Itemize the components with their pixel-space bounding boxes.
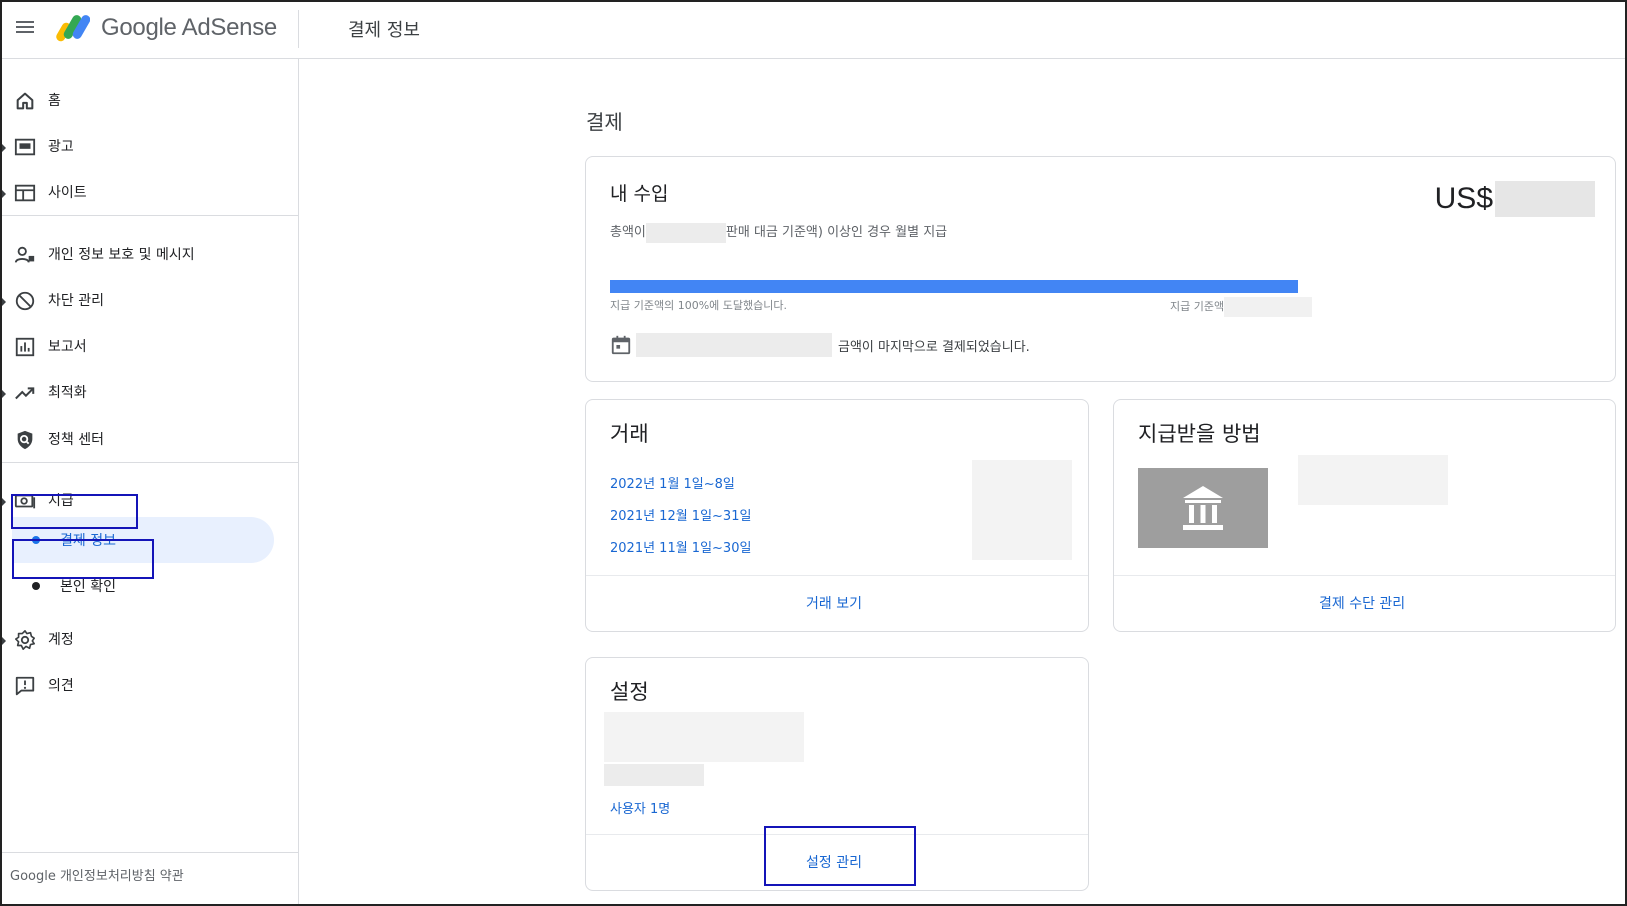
header-divider — [298, 10, 299, 48]
redacted-settings-info — [604, 764, 704, 786]
block-icon — [15, 291, 35, 311]
sites-icon — [14, 184, 36, 202]
sidebar-item-reports[interactable]: 보고서 — [2, 326, 299, 366]
view-transactions-button[interactable]: 거래 보기 — [806, 593, 862, 613]
sidebar-item-blocking-controls[interactable]: 차단 관리 — [2, 280, 299, 320]
threshold-suffix: 판매 대금 기준액) 이상인 경우 월별 지급 — [725, 225, 948, 240]
sidebar-item-account[interactable]: 계정 — [2, 619, 299, 659]
sidebar-subitem-label: 본인 확인 — [60, 579, 116, 595]
sidebar-item-label: 최적화 — [48, 385, 87, 401]
sidebar-item-label: 보고서 — [48, 339, 87, 355]
sidebar-item-ads[interactable]: 광고 — [2, 126, 299, 166]
redacted-amount — [1495, 181, 1595, 217]
sidebar-item-policy-center[interactable]: 정책 센터 — [2, 419, 299, 459]
sidebar-item-label: 차단 관리 — [48, 293, 104, 309]
hamburger-menu-icon[interactable] — [14, 18, 36, 40]
earnings-card: 내 수입 US$ 총액이 판매 대금 기준액) 이상인 경우 월별 지급 지급 기… — [585, 156, 1616, 382]
calendar-icon — [611, 335, 631, 355]
sidebar-subitem-verification[interactable]: 본인 확인 — [12, 563, 274, 609]
expand-caret-icon — [2, 298, 6, 306]
privacy-messaging-icon — [14, 246, 35, 263]
payment-method-card: 지급받을 방법 결제 수단 관리 — [1113, 399, 1616, 632]
manage-settings-button[interactable]: 설정 관리 — [806, 852, 862, 872]
progress-right-label: 지급 기준액 — [1170, 297, 1313, 317]
last-paid-text: 금액이 마지막으로 결제되었습니다. — [838, 339, 1030, 355]
redacted-transaction-amounts — [972, 460, 1072, 560]
home-icon — [16, 92, 34, 110]
expand-caret-icon — [2, 498, 6, 506]
sidebar-item-label: 사이트 — [48, 185, 87, 201]
sidebar-item-label: 계정 — [48, 632, 74, 648]
sidebar-subitem-label: 결제 정보 — [60, 533, 116, 549]
page-title: 결제 정보 — [348, 20, 420, 41]
progress-left-label: 지급 기준액의 100%에 도달했습니다. — [610, 299, 787, 312]
card-footer: 거래 보기 — [586, 575, 1088, 631]
sidebar-item-label: 개인 정보 보호 및 메시지 — [48, 247, 195, 263]
sidebar-item-home[interactable]: 홈 — [2, 80, 299, 120]
sidebar-item-privacy-messaging[interactable]: 개인 정보 보호 및 메시지 — [2, 234, 299, 274]
payments-icon — [14, 494, 36, 509]
payment-threshold-progress-bar — [610, 280, 1298, 293]
bank-tile — [1138, 468, 1268, 548]
transactions-card: 거래 2022년 1월 1일~8일 2021년 12월 1일~31일 2021년… — [585, 399, 1089, 632]
earnings-title: 내 수입 — [610, 183, 669, 205]
feedback-icon — [15, 676, 35, 696]
sidebar-item-payments[interactable]: 지급 — [2, 480, 299, 520]
settings-title: 설정 — [610, 680, 649, 704]
redacted-bank-details — [1298, 455, 1448, 505]
earnings-currency: US$ — [1434, 182, 1493, 215]
bullet-dot-icon — [32, 536, 40, 544]
ads-icon — [14, 138, 36, 156]
app-window: Google AdSense 결제 정보 홈 광고 사이트 개인 정보 보호 및… — [0, 0, 1627, 906]
sidebar-divider — [2, 462, 299, 463]
sidebar-item-label: 정책 센터 — [48, 432, 104, 448]
adsense-logo-icon — [56, 15, 90, 42]
card-footer: 설정 관리 — [586, 834, 1088, 890]
transactions-title: 거래 — [610, 422, 649, 446]
expand-caret-icon — [2, 144, 6, 152]
brand-name: Google AdSense — [101, 14, 277, 41]
earnings-amount: US$ — [1435, 181, 1595, 217]
last-payment-row: 금액이 마지막으로 결제되었습니다. — [610, 333, 1030, 357]
card-footer: 결제 수단 관리 — [1114, 575, 1615, 631]
redacted-payment-date — [636, 333, 832, 357]
sidebar-footer-links[interactable]: Google 개인정보처리방침 약관 — [10, 865, 184, 884]
manage-payment-methods-button[interactable]: 결제 수단 관리 — [1319, 593, 1405, 613]
sidebar-item-label: 홈 — [48, 93, 61, 109]
threshold-prefix: 총액이 — [610, 225, 646, 240]
transaction-period-link[interactable]: 2021년 12월 1일~31일 — [610, 505, 751, 524]
expand-caret-icon — [2, 637, 6, 645]
section-title: 결제 — [586, 110, 623, 134]
bank-icon — [1183, 486, 1223, 530]
optimization-icon — [15, 387, 35, 400]
sidebar-divider — [2, 852, 299, 853]
sidebar-item-feedback[interactable]: 의견 — [2, 665, 299, 705]
settings-card: 설정 사용자 1명 설정 관리 — [585, 657, 1089, 891]
sidebar-item-label: 광고 — [48, 139, 74, 155]
sidebar-item-optimization[interactable]: 최적화 — [2, 372, 299, 412]
sidebar-item-label: 의견 — [48, 678, 74, 694]
transaction-period-link[interactable]: 2022년 1월 1일~8일 — [610, 473, 735, 492]
sidebar-item-sites[interactable]: 사이트 — [2, 172, 299, 212]
expand-caret-icon — [2, 190, 6, 198]
redacted-threshold — [645, 222, 726, 243]
sidebar-divider — [2, 215, 299, 216]
sidebar-item-label: 지급 — [48, 493, 74, 509]
redacted-settings-info — [604, 712, 804, 762]
sidebar: 홈 광고 사이트 개인 정보 보호 및 메시지 차단 관리 보고서 최적화 정책… — [2, 59, 299, 904]
gear-icon — [15, 630, 35, 650]
transaction-period-link[interactable]: 2021년 11월 1일~30일 — [610, 537, 751, 556]
policy-shield-icon — [17, 430, 33, 450]
reports-icon — [15, 337, 35, 357]
sidebar-subitem-payment-info[interactable]: 결제 정보 — [12, 517, 274, 563]
users-link[interactable]: 사용자 1명 — [610, 798, 670, 817]
payment-method-title: 지급받을 방법 — [1138, 422, 1261, 446]
bullet-dot-icon — [32, 582, 40, 590]
top-app-bar: Google AdSense 결제 정보 — [2, 2, 1625, 59]
payment-threshold-text: 총액이 판매 대금 기준액) 이상인 경우 월별 지급 — [610, 221, 947, 243]
expand-caret-icon — [2, 390, 6, 398]
